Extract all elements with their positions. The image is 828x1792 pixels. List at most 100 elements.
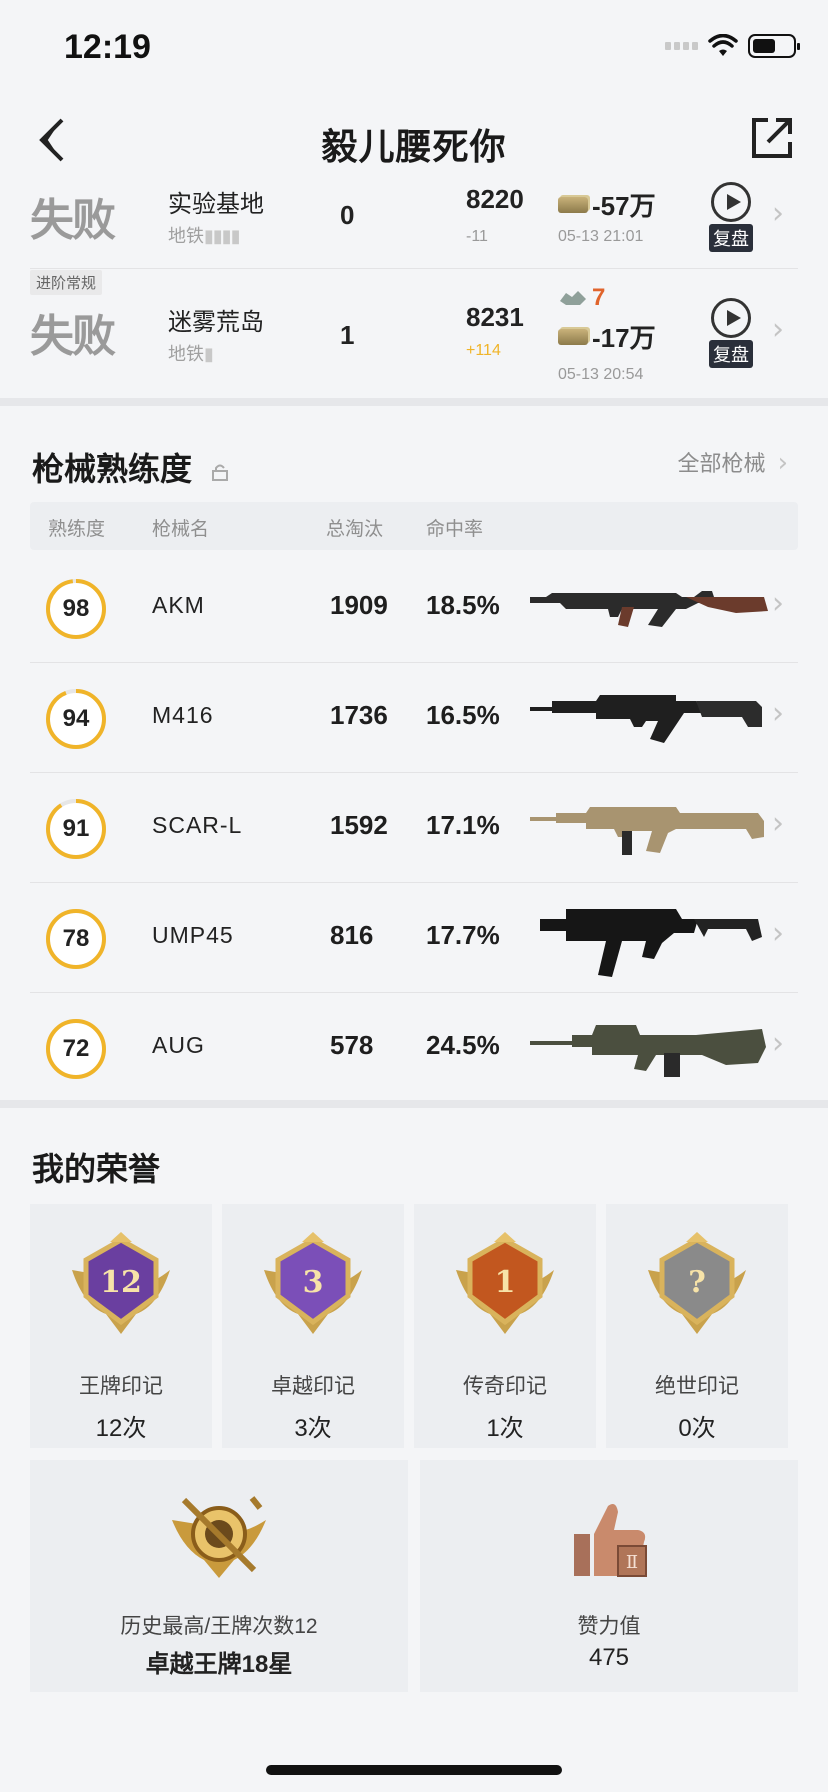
- chevron-right-icon: ›: [772, 916, 784, 951]
- weapon-image: [530, 591, 768, 627]
- section-title-text: 枪械熟练度: [32, 451, 193, 487]
- highest-rank-card[interactable]: 历史最高/王牌次数12 卓越王牌18星: [30, 1460, 408, 1692]
- weapon-row[interactable]: 78 UMP45 816 17.7% ›: [30, 882, 798, 992]
- battery-icon: [748, 34, 800, 58]
- weapon-image: [540, 909, 762, 977]
- likes-value: 475: [588, 1644, 630, 1671]
- divider: [30, 268, 798, 269]
- weapon-accuracy: 18.5%: [426, 590, 500, 620]
- column-header: 枪械名: [152, 519, 210, 540]
- column-header: 总淘汰: [326, 519, 384, 540]
- weapon-accuracy: 17.1%: [426, 810, 500, 840]
- replay-button[interactable]: 复盘: [706, 298, 756, 368]
- honor-mark-card[interactable]: ? 绝世印记 0次: [606, 1204, 788, 1448]
- share-icon[interactable]: [750, 116, 794, 160]
- weapon-kills: 1736: [330, 700, 388, 730]
- weapon-name: M416: [152, 702, 214, 728]
- loot-amount: -17万: [592, 323, 656, 353]
- honor-count: 0次: [678, 1415, 716, 1442]
- highest-rank-label: 历史最高/王牌次数12: [120, 1615, 318, 1638]
- rating-change: +114: [466, 342, 501, 359]
- weapon-row[interactable]: 98 AKM 1909 18.5% ›: [30, 552, 798, 662]
- weapon-accuracy: 24.5%: [426, 1030, 500, 1060]
- kill-count: 0: [340, 200, 355, 230]
- honor-name: 王牌印记: [79, 1375, 163, 1398]
- honor-name: 卓越印记: [271, 1375, 355, 1398]
- honor-count: 12次: [95, 1415, 147, 1442]
- weapon-image: [530, 807, 764, 855]
- chevron-right-icon: ›: [772, 196, 784, 231]
- map-name: 实验基地: [168, 191, 264, 218]
- section-divider: [0, 1100, 828, 1108]
- rating-score: 8231: [466, 302, 524, 332]
- badge-number: 3: [303, 1265, 324, 1300]
- chevron-right-icon: ›: [772, 312, 784, 347]
- honor-mark-card[interactable]: 12 王牌印记 12次: [30, 1204, 212, 1448]
- weapon-kills: 1592: [330, 810, 388, 840]
- match-row[interactable]: 失败 迷雾荒岛 地铁▮ 1 8231 +114 7 -17万 05-13 20:…: [30, 282, 798, 386]
- solo-icon: ▮: [204, 344, 214, 364]
- match-result: 失败: [30, 311, 116, 362]
- proficiency-value: 91: [62, 815, 90, 842]
- weapon-row[interactable]: 91 SCAR-L 1592 17.1% ›: [30, 772, 798, 882]
- chevron-right-icon: ›: [772, 1026, 784, 1061]
- kill-count: 1: [340, 320, 355, 350]
- loot-value: -57万: [558, 186, 656, 223]
- replay-label: 复盘: [709, 224, 753, 252]
- svg-text:Ⅱ: Ⅱ: [626, 1552, 638, 1573]
- mode-label: 地铁: [168, 226, 204, 246]
- rating-change: -11: [466, 228, 488, 245]
- proficiency-value: 72: [62, 1035, 90, 1062]
- weapons-section-title: 枪械熟练度: [32, 444, 231, 490]
- armor-count: 7: [592, 284, 606, 311]
- map-mode: 地铁▮▮▮▮: [168, 222, 241, 248]
- rank-badge-icon: [172, 1496, 266, 1578]
- all-weapons-link[interactable]: 全部枪械 ›: [677, 446, 788, 478]
- weapon-accuracy: 16.5%: [426, 700, 500, 730]
- proficiency-value: 98: [62, 595, 90, 622]
- weapons-table-header: 熟练度 枪械名 总淘汰 命中率: [30, 502, 798, 550]
- match-date: 05-13 20:54: [558, 366, 644, 383]
- honor-badge-icon: 1: [456, 1232, 554, 1334]
- honor-count: 1次: [486, 1415, 524, 1442]
- replay-icon: [711, 298, 751, 338]
- replay-button[interactable]: 复盘: [706, 182, 756, 252]
- chevron-right-icon: ›: [777, 448, 788, 478]
- proficiency-value: 94: [62, 705, 90, 732]
- weapon-name: SCAR-L: [152, 812, 243, 838]
- weapon-image: [530, 1025, 766, 1077]
- match-row[interactable]: 失败 实验基地 地铁▮▮▮▮ 0 8220 -11 -57万 05-13 21:…: [30, 166, 798, 270]
- replay-icon: [711, 182, 751, 222]
- rating-score: 8220: [466, 184, 524, 214]
- honor-badge-icon: ?: [648, 1232, 746, 1334]
- map-mode: 地铁▮: [168, 340, 214, 366]
- honors-section-title: 我的荣誉: [32, 1151, 161, 1187]
- lock-icon: [211, 464, 228, 481]
- weapon-kills: 1909: [330, 590, 388, 620]
- chevron-right-icon: ›: [772, 586, 784, 621]
- armor-loot: 7: [558, 284, 605, 312]
- weapon-row[interactable]: 72 AUG 578 24.5% ›: [30, 992, 798, 1102]
- honor-name: 传奇印记: [463, 1375, 547, 1398]
- column-header: 熟练度: [48, 519, 106, 540]
- honor-mark-card[interactable]: 3 卓越印记 3次: [222, 1204, 404, 1448]
- section-divider: [0, 398, 828, 406]
- honor-badge-icon: 12: [72, 1232, 170, 1334]
- likes-label: 赞力值: [577, 1615, 641, 1638]
- weapon-name: AUG: [152, 1032, 205, 1058]
- home-indicator: [266, 1765, 562, 1775]
- honor-count: 3次: [294, 1415, 332, 1442]
- weapon-row[interactable]: 94 M416 1736 16.5% ›: [30, 662, 798, 772]
- loot-amount: -57万: [592, 191, 656, 221]
- honor-badge-icon: 3: [264, 1232, 362, 1334]
- signal-icon: [665, 42, 698, 50]
- likes-card[interactable]: Ⅱ 赞力值 475: [420, 1460, 798, 1692]
- wifi-icon: [708, 34, 738, 56]
- badge-number: ?: [688, 1265, 706, 1300]
- weapon-kills: 578: [330, 1030, 374, 1060]
- replay-label: 复盘: [709, 340, 753, 368]
- match-date: 05-13 21:01: [558, 228, 644, 245]
- honor-mark-card[interactable]: 1 传奇印记 1次: [414, 1204, 596, 1448]
- chevron-right-icon: ›: [772, 806, 784, 841]
- loot-value: -17万: [558, 318, 656, 355]
